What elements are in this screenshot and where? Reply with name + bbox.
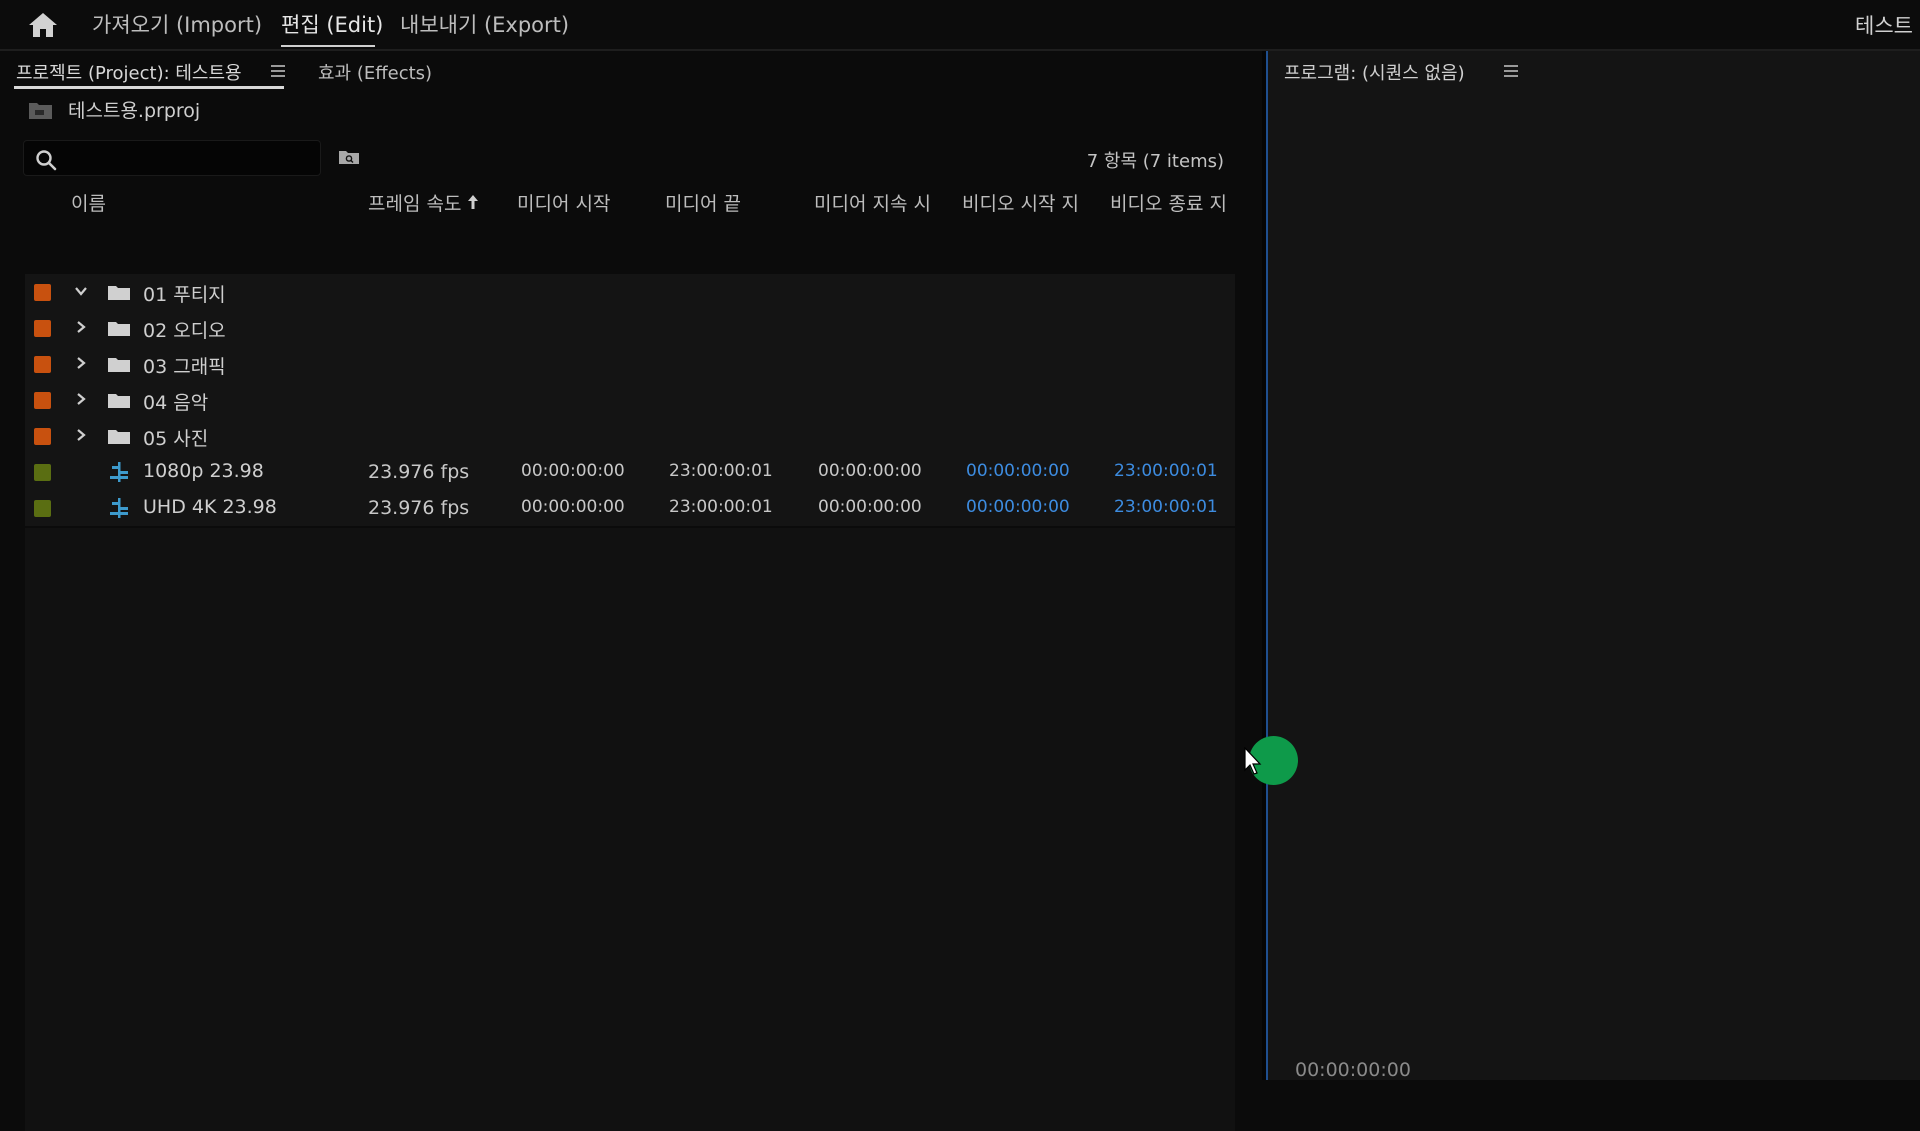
item-name: 04 음악 [143, 392, 209, 414]
tab-project[interactable]: 프로젝트 (Project): 테스트용 [16, 59, 242, 85]
project-file-icon [29, 103, 52, 119]
folder-icon [108, 394, 130, 408]
chevron-right-icon[interactable] [74, 428, 88, 442]
program-monitor-menu-icon[interactable] [1504, 65, 1518, 77]
column-header-video-out[interactable]: 비디오 종료 지 [1110, 189, 1227, 216]
label-color-swatch[interactable] [34, 464, 51, 481]
new-bin-search-icon[interactable] [338, 149, 360, 165]
column-header-frame-rate-label: 프레임 속도 [368, 193, 462, 215]
media-duration-cell: 00:00:00:00 [818, 497, 922, 517]
label-color-swatch[interactable] [34, 284, 51, 301]
project-panel-menu-icon[interactable] [271, 65, 285, 77]
menu-edit-underline [281, 45, 375, 47]
column-header-frame-rate[interactable]: 프레임 속도 [368, 189, 479, 216]
item-count: 7 항목 (7 items) [1086, 151, 1224, 172]
label-color-swatch[interactable] [34, 392, 51, 409]
column-header-video-in[interactable]: 비디오 시작 지 [962, 189, 1079, 216]
menu-export[interactable]: 내보내기 (Export) [400, 10, 569, 40]
list-item[interactable]: 01 푸티지 [25, 274, 1235, 311]
chevron-down-icon[interactable] [74, 284, 88, 298]
media-start-cell: 00:00:00:00 [521, 497, 625, 517]
column-header-name[interactable]: 이름 [71, 189, 106, 216]
frame-rate-cell: 23.976 fps [368, 497, 470, 519]
list-item[interactable]: 04 음악 [25, 382, 1235, 419]
label-color-swatch[interactable] [34, 356, 51, 373]
item-name: 02 오디오 [143, 320, 226, 342]
search-icon [36, 150, 57, 171]
search-input[interactable] [66, 145, 316, 173]
label-color-swatch[interactable] [34, 320, 51, 337]
program-monitor-panel: 프로그램: (시퀀스 없음) 00:00:00:00 [1268, 51, 1920, 1081]
column-header-media-start[interactable]: 미디어 시작 [517, 189, 610, 216]
project-panel: 프로젝트 (Project): 테스트용 효과 (Effects) 테스트용.p… [0, 51, 1262, 1131]
sequence-icon [110, 462, 128, 482]
label-color-swatch[interactable] [34, 500, 51, 517]
item-name: 01 푸티지 [143, 284, 226, 306]
column-header-media-end[interactable]: 미디어 끝 [665, 189, 741, 216]
menu-edit[interactable]: 편집 (Edit) [281, 10, 383, 40]
item-name: 05 사진 [143, 428, 209, 450]
list-item[interactable]: 1080p 23.98 23.976 fps 00:00:00:00 23:00… [25, 454, 1235, 491]
chevron-right-icon[interactable] [74, 356, 88, 370]
list-item[interactable]: UHD 4K 23.98 23.976 fps 00:00:00:00 23:0… [25, 490, 1235, 527]
column-headers: 이름 프레임 속도 미디어 시작 미디어 끝 미디어 지속 시 비디오 시작 지… [25, 189, 1235, 219]
project-file-name: 테스트용.prproj [68, 100, 201, 122]
tab-project-underline [14, 86, 284, 89]
folder-icon [108, 358, 130, 372]
frame-rate-cell: 23.976 fps [368, 461, 470, 483]
project-list-empty-area[interactable] [25, 528, 1235, 1131]
workspace-title[interactable]: 테스트 [1855, 10, 1913, 40]
mouse-cursor-icon [1244, 747, 1262, 775]
item-name: 03 그래픽 [143, 356, 226, 378]
folder-icon [108, 322, 130, 336]
list-item[interactable]: 03 그래픽 [25, 346, 1235, 383]
folder-icon [108, 286, 130, 300]
video-out-cell[interactable]: 23:00:00:01 [1114, 461, 1218, 481]
column-header-media-duration[interactable]: 미디어 지속 시 [814, 189, 931, 216]
sort-ascending-icon [468, 195, 479, 209]
item-name: 1080p 23.98 [143, 460, 264, 482]
label-color-swatch[interactable] [34, 428, 51, 445]
home-icon[interactable] [26, 10, 60, 40]
media-duration-cell: 00:00:00:00 [818, 461, 922, 481]
chevron-right-icon[interactable] [74, 392, 88, 406]
media-end-cell: 23:00:00:01 [669, 461, 773, 481]
top-menu-bar: 가져오기 (Import) 편집 (Edit) 내보내기 (Export) 테스… [0, 0, 1920, 51]
video-in-cell[interactable]: 00:00:00:00 [966, 461, 1070, 481]
media-start-cell: 00:00:00:00 [521, 461, 625, 481]
program-monitor-title[interactable]: 프로그램: (시퀀스 없음) [1284, 59, 1465, 85]
folder-icon [108, 430, 130, 444]
media-end-cell: 23:00:00:01 [669, 497, 773, 517]
tab-effects[interactable]: 효과 (Effects) [318, 59, 432, 85]
sequence-icon [110, 498, 128, 518]
search-box [23, 140, 321, 176]
video-out-cell[interactable]: 23:00:00:01 [1114, 497, 1218, 517]
list-item[interactable]: 05 사진 [25, 418, 1235, 455]
video-in-cell[interactable]: 00:00:00:00 [966, 497, 1070, 517]
program-timecode[interactable]: 00:00:00:00 [1295, 1059, 1411, 1081]
item-name: UHD 4K 23.98 [143, 496, 277, 518]
chevron-right-icon[interactable] [74, 320, 88, 334]
menu-import[interactable]: 가져오기 (Import) [92, 10, 262, 40]
list-item[interactable]: 02 오디오 [25, 310, 1235, 347]
